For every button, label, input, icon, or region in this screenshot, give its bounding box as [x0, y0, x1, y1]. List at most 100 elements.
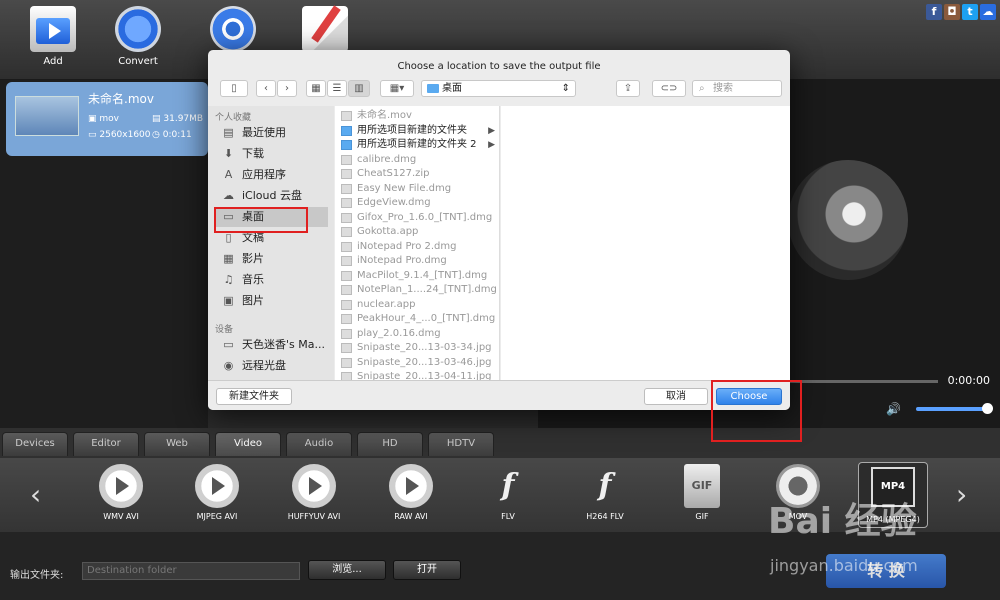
sidebar-item-music[interactable]: ♫ 音乐 [214, 270, 328, 290]
file-icon [341, 169, 352, 179]
share-icon[interactable]: ⇪ [616, 80, 640, 97]
file-list: 未命名.mov ▣ mov ▤ 31.97MB ▭ 2560x1600 ◷ 0:… [0, 80, 208, 428]
cancel-button[interactable]: 取消 [644, 388, 708, 405]
add-video-icon [30, 6, 76, 52]
sidebar-item-icloud[interactable]: ☁ iCloud 云盘 [214, 186, 328, 206]
volume-icon[interactable]: 🔊 [886, 402, 901, 416]
list-item[interactable]: 用所选项目新建的文件夹 ▶ [339, 124, 497, 138]
output-folder-field[interactable]: Destination folder [82, 562, 300, 580]
play-disc-icon [99, 464, 143, 508]
sidebar-item-mac[interactable]: ▭ 天色迷香's Ma... [214, 335, 328, 355]
dialog-footer: 新建文件夹 取消 Choose [208, 380, 790, 410]
format-label: FLV [501, 512, 515, 521]
camera-icon: ▣ [223, 294, 234, 307]
list-item[interactable]: Snipaste_20...13-03-34.jpg [339, 341, 497, 355]
file-item[interactable]: 未命名.mov ▣ mov ▤ 31.97MB ▭ 2560x1600 ◷ 0:… [6, 82, 208, 156]
volume-slider[interactable] [916, 407, 988, 411]
tab-devices[interactable]: Devices [2, 432, 68, 456]
play-disc-icon [195, 464, 239, 508]
path-popup[interactable]: 桌面 ⇕ [421, 80, 576, 97]
twitter-icon[interactable]: t [962, 4, 978, 20]
tab-hd[interactable]: HD [357, 432, 423, 456]
sidebar-item-recents[interactable]: ▤ 最近使用 [214, 123, 328, 143]
add-button[interactable]: Add [18, 6, 88, 67]
list-item[interactable]: CheatS127.zip [339, 167, 497, 181]
list-view-icon[interactable]: ☰ [327, 80, 347, 97]
list-item[interactable]: iNotepad Pro 2.dmg [339, 240, 497, 254]
column-view-icon[interactable]: ▥ [348, 80, 370, 97]
list-item[interactable]: 用所选项目新建的文件夹 2 ▶ [339, 138, 497, 152]
tag-icon[interactable]: ⊂⊃ [652, 80, 686, 97]
tab-video[interactable]: Video [215, 432, 281, 456]
file-size: ▤ 31.97MB [152, 114, 204, 124]
chevron-updown-icon: ⇕ [561, 83, 570, 94]
sidebar-item-applications[interactable]: A 应用程序 [214, 165, 328, 185]
file-column: 未命名.mov 用所选项目新建的文件夹 ▶ 用所选项目新建的文件夹 2 ▶ cali… [335, 106, 500, 380]
playback-time: 0:00:00 [947, 374, 990, 387]
list-item[interactable]: calibre.dmg [339, 153, 497, 167]
new-folder-button[interactable]: 新建文件夹 [216, 388, 292, 405]
watermark-url: jingyan.baidu.com [770, 556, 918, 575]
list-item[interactable]: iNotepad Pro.dmg [339, 254, 497, 268]
list-item[interactable]: Gifox_Pro_1.6.0_[TNT].dmg [339, 211, 497, 225]
tab-hdtv[interactable]: HDTV [428, 432, 494, 456]
forward-icon[interactable]: › [277, 80, 297, 97]
list-item[interactable]: play_2.0.16.dmg [339, 327, 497, 341]
list-item[interactable]: PeakHour_4_...0_[TNT].dmg [339, 312, 497, 326]
sidebar-item-remote-disc[interactable]: ◉ 远程光盘 [214, 356, 328, 376]
list-item[interactable]: Snipaste_20...13-03-46.jpg [339, 356, 497, 370]
list-item[interactable]: Easy New File.dmg [339, 182, 497, 196]
open-button[interactable]: 打开 [393, 560, 461, 580]
instagram-icon[interactable]: ◘ [944, 4, 960, 20]
chevron-right-icon: ▶ [488, 125, 495, 136]
format-wmv-avi[interactable]: WMV AVI [81, 464, 161, 521]
convert-toolbar-button[interactable]: Convert [103, 6, 173, 67]
list-item[interactable]: Gokotta.app [339, 225, 497, 239]
tab-audio[interactable]: Audio [286, 432, 352, 456]
format-mjpeg-avi[interactable]: MJPEG AVI [177, 464, 257, 521]
output-folder-label: 输出文件夹: [10, 570, 64, 581]
search-placeholder: 搜索 [713, 83, 733, 94]
settings-button[interactable] [198, 6, 268, 56]
format-flv[interactable]: f FLV [468, 464, 548, 521]
file-icon [341, 314, 352, 324]
format-gif[interactable]: GIF GIF [662, 464, 742, 521]
sidebar-item-movies[interactable]: ▦ 影片 [214, 249, 328, 269]
chevron-right-icon[interactable]: › [956, 478, 967, 511]
list-item[interactable]: EdgeView.dmg [339, 196, 497, 210]
facebook-icon[interactable]: f [926, 4, 942, 20]
browse-button[interactable]: 浏览... [308, 560, 386, 580]
image-file-icon [341, 372, 352, 380]
list-item[interactable]: Snipaste_20...13-04-11.jpg [339, 370, 497, 380]
list-item[interactable]: nuclear.app [339, 298, 497, 312]
arrange-icon[interactable]: ▦▾ [380, 80, 414, 97]
format-h264-flv[interactable]: f H264 FLV [565, 464, 645, 521]
format-raw-avi[interactable]: RAW AVI [371, 464, 451, 521]
convert-toolbar-label: Convert [118, 56, 158, 67]
file-icon [341, 241, 352, 252]
chevron-left-icon[interactable]: ‹ [30, 478, 41, 511]
list-item[interactable]: NotePlan_1....24_[TNT].dmg [339, 283, 497, 297]
edit-button[interactable] [290, 6, 360, 56]
file-name: 未命名.mov [88, 92, 154, 106]
volume-knob[interactable] [982, 403, 993, 414]
format-huffyuv-avi[interactable]: HUFFYUV AVI [274, 464, 354, 521]
tab-web[interactable]: Web [144, 432, 210, 456]
preview-frame [788, 160, 908, 280]
search-input[interactable]: ⌕ 搜索 [692, 80, 782, 97]
back-icon[interactable]: ‹ [256, 80, 276, 97]
sidebar-item-downloads[interactable]: ⬇ 下载 [214, 144, 328, 164]
cloud-icon: ☁ [223, 189, 234, 202]
icon-view-icon[interactable]: ▦ [306, 80, 326, 97]
disc-icon: ◉ [223, 359, 234, 372]
sidebar-item-pictures[interactable]: ▣ 图片 [214, 291, 328, 311]
sidebar-toggle-icon[interactable]: ▯ [220, 80, 248, 97]
list-item[interactable]: MacPilot_9.1.4_[TNT].dmg [339, 269, 497, 283]
list-item[interactable]: 未命名.mov [339, 109, 497, 123]
tab-editor[interactable]: Editor [73, 432, 139, 456]
file-icon [341, 285, 352, 295]
music-icon: ♫ [223, 273, 234, 286]
search-icon: ⌕ [699, 83, 705, 94]
share-icon[interactable]: ☁ [980, 4, 996, 20]
file-icon [341, 270, 352, 281]
